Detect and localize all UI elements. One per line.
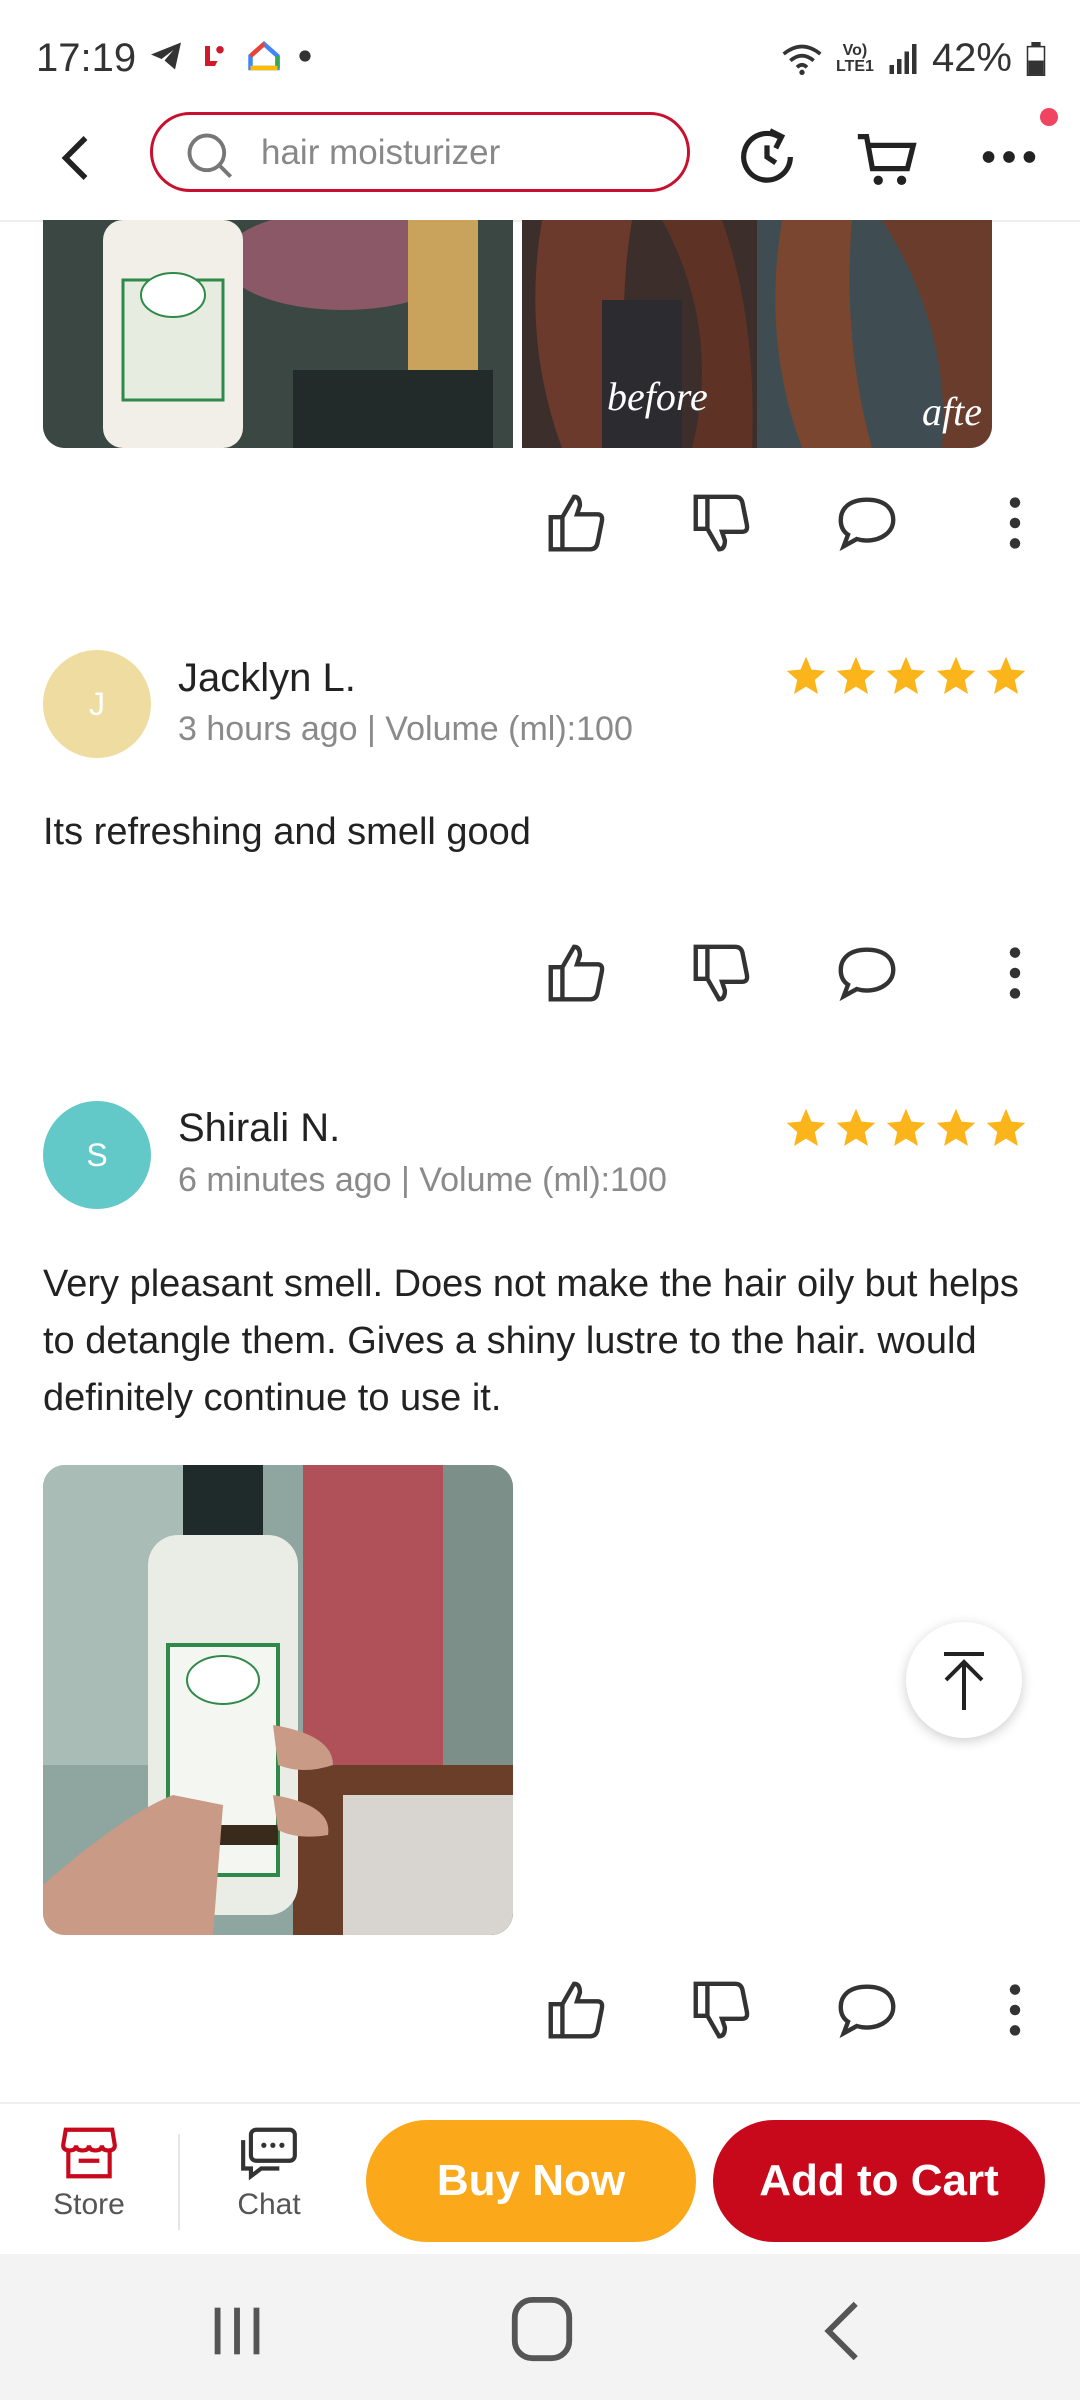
chat-icon (241, 2127, 297, 2181)
store-label: Store (53, 2188, 125, 2221)
recent-apps-icon[interactable] (198, 2296, 278, 2366)
notification-icons (148, 38, 312, 74)
star-icon (786, 1108, 826, 1146)
top-app-bar: hair moisturizer (0, 100, 1080, 222)
thumbs-up-icon[interactable] (542, 1975, 612, 2045)
telegram-icon (151, 42, 181, 70)
clock: 17:19 (36, 36, 137, 80)
review-actions (530, 1975, 1050, 2055)
review-meta: 3 hours ago | Volume (ml):100 (178, 710, 633, 748)
star-icon (786, 656, 826, 694)
product-in-hand-image (43, 1465, 513, 1935)
star-icon (886, 656, 926, 694)
reviewer-name: Jacklyn L. (178, 656, 356, 700)
avatar: S (43, 1101, 151, 1209)
star-rating (784, 654, 1028, 698)
search-bar[interactable]: hair moisturizer (150, 112, 690, 192)
review-photo[interactable]: before afte (522, 220, 992, 448)
avatar-initial: J (89, 686, 105, 722)
thumbs-down-icon[interactable] (687, 938, 757, 1008)
store-tab[interactable]: Store (19, 2124, 159, 2222)
wifi-icon (782, 44, 822, 75)
thumbs-up-icon[interactable] (542, 938, 612, 1008)
avatar: J (43, 650, 151, 758)
search-icon (187, 133, 233, 179)
before-after-image: before afte (522, 220, 992, 448)
app-notification-icon (205, 46, 224, 66)
avatar-initial: S (86, 1137, 108, 1173)
after-label: afte (922, 389, 982, 434)
review-more-icon[interactable] (980, 938, 1050, 1008)
review-photo[interactable] (43, 220, 513, 448)
review-meta: 6 minutes ago | Volume (ml):100 (178, 1161, 667, 1199)
reviewer-name: Shirali N. (178, 1106, 341, 1150)
review-more-icon[interactable] (980, 1975, 1050, 2045)
review-actions (530, 938, 1050, 1018)
review-text: Very pleasant smell. Does not make the h… (43, 1263, 1019, 1419)
comment-icon[interactable] (832, 938, 902, 1008)
star-icon (836, 1108, 876, 1146)
thumbs-down-icon[interactable] (687, 1975, 757, 2045)
review-more-icon[interactable] (980, 488, 1050, 558)
star-icon (986, 1108, 1026, 1146)
review-photo[interactable] (43, 1465, 513, 1935)
star-rating (784, 1106, 1028, 1150)
before-label: before (607, 374, 708, 419)
home-icon[interactable] (502, 2296, 582, 2366)
notification-dot (1040, 108, 1058, 126)
store-icon (61, 2127, 117, 2179)
star-icon (936, 656, 976, 694)
add-to-cart-button[interactable]: Add to Cart (713, 2120, 1045, 2242)
dot-icon (299, 50, 311, 62)
star-icon (936, 1108, 976, 1146)
search-input[interactable]: hair moisturizer (261, 133, 500, 173)
chat-label: Chat (237, 2188, 301, 2221)
review-text: Its refreshing and smell good (43, 811, 531, 853)
system-navigation-bar (0, 2254, 1080, 2400)
arrow-up-icon (944, 1652, 984, 1710)
google-home-icon (248, 40, 280, 71)
back-icon[interactable] (806, 2296, 886, 2366)
star-icon (886, 1108, 926, 1146)
signal-icon (889, 43, 917, 74)
comment-icon[interactable] (832, 488, 902, 558)
cart-icon[interactable] (852, 122, 922, 192)
bottom-action-bar: Store Chat Buy Now Add to Cart (0, 2102, 1080, 2256)
divider (178, 2134, 180, 2230)
comment-icon[interactable] (832, 1975, 902, 2045)
more-options-icon[interactable] (974, 122, 1044, 192)
battery-percent: 42% (931, 36, 1012, 80)
buy-now-button[interactable]: Buy Now (366, 2120, 696, 2242)
product-bottle-image (43, 220, 513, 448)
thumbs-down-icon[interactable] (687, 488, 757, 558)
lte-indicator: Vo) LTE1 (836, 41, 874, 75)
chat-tab[interactable]: Chat (199, 2124, 339, 2222)
star-icon (986, 656, 1026, 694)
thumbs-up-icon[interactable] (542, 488, 612, 558)
system-status: Vo) LTE1 42% (782, 36, 1046, 81)
review-actions (530, 488, 1050, 568)
scroll-to-top-button[interactable] (906, 1622, 1022, 1738)
battery-icon (1026, 41, 1046, 76)
history-icon[interactable] (732, 122, 802, 192)
back-arrow-icon[interactable] (48, 128, 108, 188)
star-icon (836, 656, 876, 694)
